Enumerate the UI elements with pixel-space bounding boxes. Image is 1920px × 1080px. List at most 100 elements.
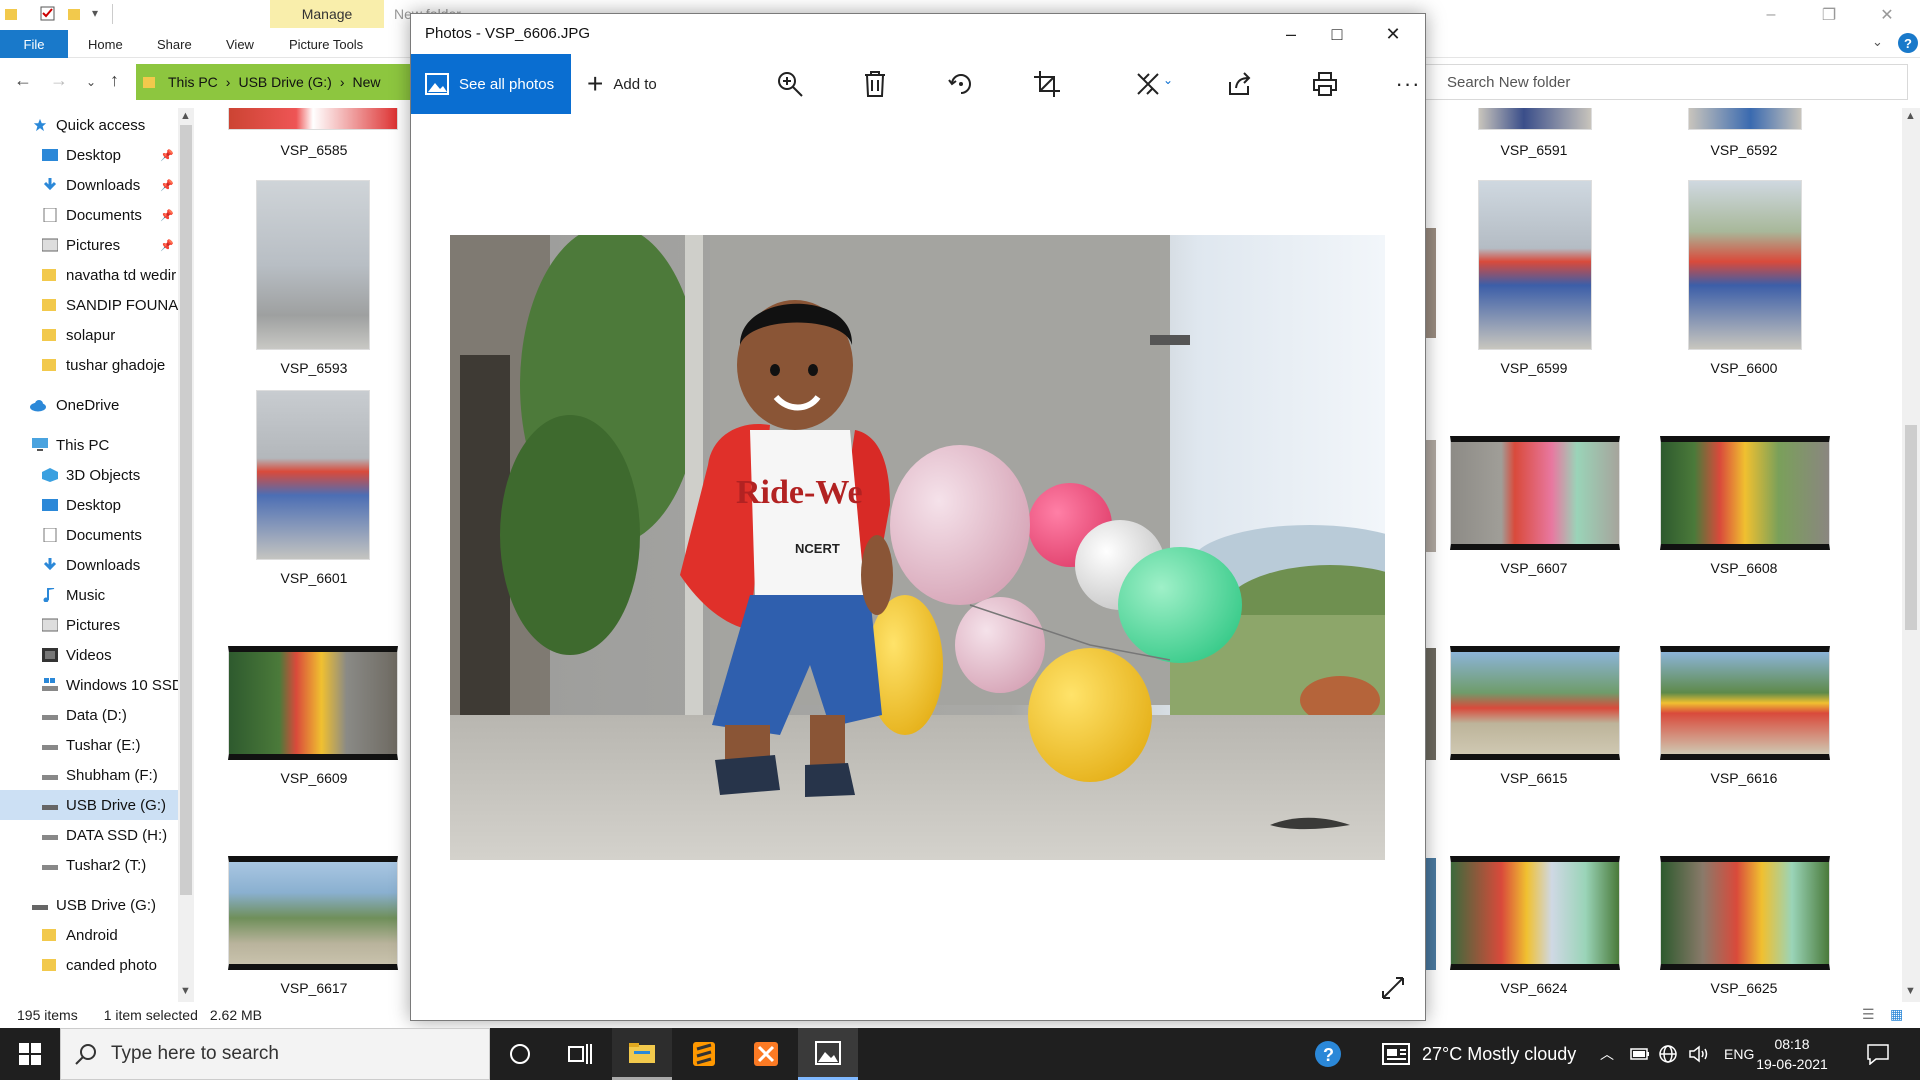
show-hidden-icons-icon[interactable]: ︿ (1600, 1028, 1614, 1080)
nav-music[interactable]: Music (0, 580, 178, 610)
nav-drive-f[interactable]: Shubham (F:) (0, 760, 178, 790)
task-view-button[interactable] (550, 1028, 610, 1080)
more-options-icon[interactable]: ··· (1396, 69, 1420, 99)
taskbar-xampp[interactable] (736, 1028, 796, 1080)
close-icon[interactable]: ✕ (1365, 14, 1421, 54)
manage-tab[interactable]: Manage (270, 0, 384, 28)
nav-quick-access[interactable]: Quick access (0, 110, 178, 140)
computer-icon (32, 438, 48, 451)
nav-drive-h[interactable]: DATA SSD (H:) (0, 820, 178, 850)
photo-viewer-image[interactable]: Ride-We NCERT (450, 235, 1385, 860)
nav-onedrive[interactable]: OneDrive (0, 390, 178, 420)
up-icon[interactable]: ↑ (110, 70, 119, 91)
restore-icon[interactable]: ❐ (1806, 0, 1852, 30)
new-folder-icon[interactable] (66, 6, 82, 22)
nav-qa-folder[interactable]: navatha td wedir (0, 260, 178, 290)
navigation-pane: Quick access Desktop 📌 Downloads 📌 Documen… (0, 108, 178, 1002)
weather-icon[interactable] (1382, 1043, 1410, 1070)
nav-downloads[interactable]: Downloads (0, 550, 178, 580)
file-name: VSP_6616 (1710, 770, 1778, 786)
search-input[interactable]: Search New folder (1418, 64, 1908, 100)
properties-icon[interactable] (40, 6, 56, 22)
nav-qa-folder[interactable]: tushar ghadoje (0, 350, 178, 380)
nav-documents[interactable]: Documents (0, 520, 178, 550)
nav-qa-downloads[interactable]: Downloads 📌 (0, 170, 178, 200)
start-button[interactable] (0, 1028, 60, 1080)
nav-drive-e[interactable]: Tushar (E:) (0, 730, 178, 760)
nav-desktop[interactable]: Desktop (0, 490, 178, 520)
add-to-button[interactable]: + Add to (587, 54, 657, 114)
address-bar[interactable]: This PC › USB Drive (G:) › New (136, 64, 416, 100)
nav-qa-pictures[interactable]: Pictures 📌 (0, 230, 178, 260)
nav-this-pc[interactable]: This PC (0, 430, 178, 460)
tab-home[interactable]: Home (88, 30, 123, 58)
breadcrumb-this-pc[interactable]: This PC (168, 74, 218, 90)
rotate-icon[interactable] (946, 69, 976, 99)
tab-picture-tools[interactable]: Picture Tools (289, 30, 363, 58)
nav-drive-d[interactable]: Data (D:) (0, 700, 178, 730)
breadcrumb-usb[interactable]: USB Drive (G:) (238, 74, 331, 90)
scroll-up-icon[interactable]: ▲ (1905, 110, 1916, 122)
nav-scrollbar-thumb[interactable] (180, 125, 192, 895)
clock[interactable]: 08:18 19-06-2021 (1752, 1034, 1832, 1074)
customize-toolbar-icon[interactable]: ▾ (92, 6, 98, 20)
photos-window: Photos - VSP_6606.JPG – □ ✕ See all phot… (410, 13, 1426, 1021)
delete-icon[interactable] (860, 69, 890, 99)
nav-drive-g[interactable]: USB Drive (G:) (0, 790, 178, 820)
zoom-icon[interactable] (775, 69, 805, 99)
maximize-icon[interactable]: □ (1309, 14, 1365, 54)
fullscreen-icon[interactable] (1381, 976, 1405, 1005)
weather-text[interactable]: 27°C Mostly cloudy (1422, 1028, 1576, 1080)
help-icon[interactable]: ? (1898, 33, 1918, 53)
nav-drive-t[interactable]: Tushar2 (T:) (0, 850, 178, 880)
nav-usb-root[interactable]: USB Drive (G:) (0, 890, 178, 920)
file-thumbnail (1426, 440, 1436, 552)
nav-label: Desktop (66, 146, 122, 164)
language-indicator[interactable]: ENG (1724, 1028, 1754, 1080)
nav-videos[interactable]: Videos (0, 640, 178, 670)
recent-locations-icon[interactable]: ⌄ (86, 75, 96, 89)
nav-qa-folder[interactable]: solapur (0, 320, 178, 350)
close-icon[interactable]: ✕ (1864, 0, 1910, 30)
see-all-photos-button[interactable]: See all photos (411, 54, 571, 114)
share-icon[interactable] (1225, 69, 1255, 99)
nav-drive-c[interactable]: Windows 10 SSD (0, 670, 178, 700)
crop-icon[interactable] (1032, 69, 1062, 99)
battery-icon[interactable] (1630, 1046, 1650, 1067)
notifications-icon[interactable] (1866, 1043, 1890, 1070)
nav-folder-canded[interactable]: canded photo (0, 950, 178, 980)
minimize-icon[interactable]: – (1748, 0, 1794, 30)
usb-drive-icon (42, 805, 58, 810)
print-icon[interactable] (1310, 69, 1340, 99)
tab-file[interactable]: File (0, 30, 68, 58)
forward-icon[interactable]: → (50, 70, 68, 91)
cortana-button[interactable] (490, 1028, 550, 1080)
nav-qa-documents[interactable]: Documents 📌 (0, 200, 178, 230)
desktop-icon (42, 499, 58, 511)
file-list-scrollbar-thumb[interactable] (1905, 425, 1917, 630)
scroll-up-icon[interactable]: ▲ (180, 110, 191, 122)
tab-view[interactable]: View (226, 30, 254, 58)
taskbar-sublime[interactable] (674, 1028, 734, 1080)
scroll-down-icon[interactable]: ▼ (1905, 985, 1916, 997)
file-thumbnail (1688, 180, 1802, 350)
breadcrumb-new-folder[interactable]: New (352, 74, 380, 90)
taskbar-search-input[interactable]: Type here to search (60, 1028, 490, 1080)
large-icons-view-icon[interactable]: ▦ (1890, 1006, 1903, 1023)
nav-qa-folder[interactable]: SANDIP FOUNAI (0, 290, 178, 320)
taskbar-file-explorer[interactable] (612, 1028, 672, 1080)
edit-create-icon[interactable]: ⌄ (1131, 69, 1177, 99)
nav-pictures[interactable]: Pictures (0, 610, 178, 640)
nav-qa-desktop[interactable]: Desktop 📌 (0, 140, 178, 170)
ribbon-expand-icon[interactable]: ⌄ (1872, 34, 1883, 50)
volume-icon[interactable] (1688, 1044, 1710, 1069)
tab-share[interactable]: Share (157, 30, 192, 58)
nav-3d-objects[interactable]: 3D Objects (0, 460, 178, 490)
scroll-down-icon[interactable]: ▼ (180, 985, 191, 997)
taskbar-photos[interactable] (798, 1028, 858, 1080)
details-view-icon[interactable]: ☰ (1862, 1006, 1875, 1023)
help-tray-icon[interactable]: ? (1314, 1040, 1342, 1073)
network-globe-icon[interactable] (1658, 1044, 1678, 1069)
back-icon[interactable]: ← (14, 70, 32, 91)
nav-folder-android[interactable]: Android (0, 920, 178, 950)
